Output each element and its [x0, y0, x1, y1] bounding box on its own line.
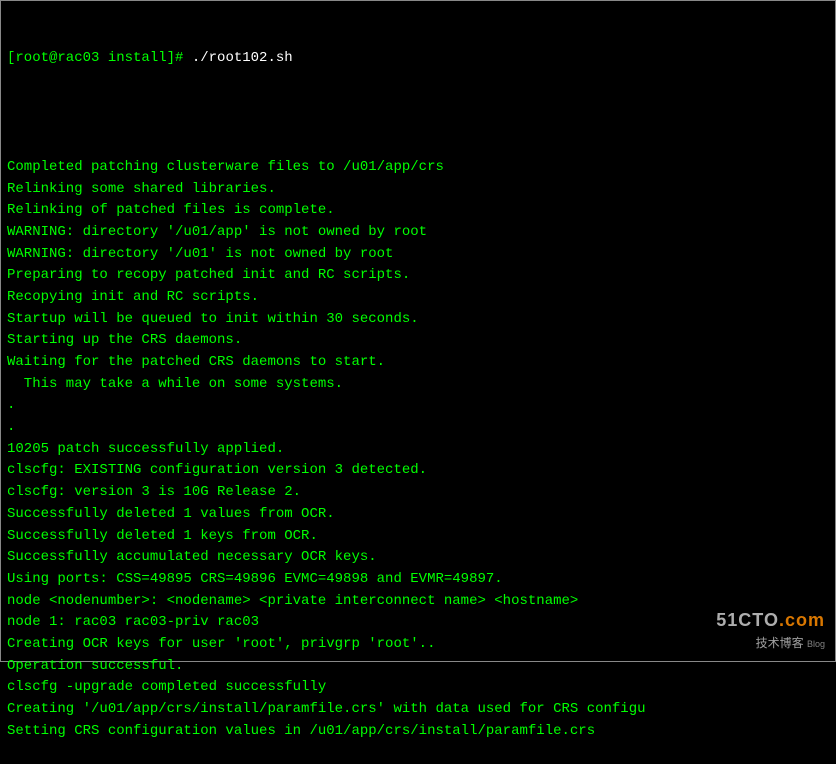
output-line: Recopying init and RC scripts. [7, 287, 829, 309]
output-line: Relinking of patched files is complete. [7, 200, 829, 222]
output-line: Completed patching clusterware files to … [7, 157, 829, 179]
output-line: 10205 patch successfully applied. [7, 439, 829, 461]
command-prompt-line: [root@rac03 install]# ./root102.sh [7, 48, 829, 70]
shell-command: ./root102.sh [192, 48, 293, 70]
shell-prompt: [root@rac03 install]# [7, 48, 192, 70]
output-line: This may take a while on some systems. [7, 374, 829, 396]
output-line: Operation successful. [7, 656, 829, 678]
output-line: Starting up the CRS daemons. [7, 330, 829, 352]
output-line: clscfg: version 3 is 10G Release 2. [7, 482, 829, 504]
output-line: WARNING: directory '/u01' is not owned b… [7, 244, 829, 266]
watermark-brand-b: .com [779, 610, 825, 630]
output-line: clscfg -upgrade completed successfully [7, 677, 829, 699]
output-line: . [7, 417, 829, 439]
output-line: Creating OCR keys for user 'root', privg… [7, 634, 829, 656]
output-line: node 1: rac03 rac03-priv rac03 [7, 612, 829, 634]
output-line [7, 135, 829, 157]
output-line: Successfully deleted 1 keys from OCR. [7, 526, 829, 548]
output-line: Startup will be queued to init within 30… [7, 309, 829, 331]
output-line: Successfully deleted 1 values from OCR. [7, 504, 829, 526]
output-line: Using ports: CSS=49895 CRS=49896 EVMC=49… [7, 569, 829, 591]
output-line: Preparing to recopy patched init and RC … [7, 265, 829, 287]
output-line: node <nodenumber>: <nodename> <private i… [7, 591, 829, 613]
output-line: clscfg: EXISTING configuration version 3… [7, 460, 829, 482]
watermark-tagline: 技术博客 Blog [716, 634, 825, 653]
output-line: Waiting for the patched CRS daemons to s… [7, 352, 829, 374]
watermark-brand-a: 51CTO [716, 610, 779, 630]
watermark-brand: 51CTO.com [716, 607, 825, 635]
watermark: 51CTO.com 技术博客 Blog [716, 607, 825, 653]
output-line: Setting CRS configuration values in /u01… [7, 721, 829, 743]
output-line: Relinking some shared libraries. [7, 179, 829, 201]
output-line: WARNING: directory '/u01/app' is not own… [7, 222, 829, 244]
output-lines: Completed patching clusterware files to … [7, 113, 829, 742]
output-line: Successfully accumulated necessary OCR k… [7, 547, 829, 569]
output-line: . [7, 395, 829, 417]
terminal-output[interactable]: [root@rac03 install]# ./root102.sh Compl… [7, 5, 829, 764]
output-line: Creating '/u01/app/crs/install/paramfile… [7, 699, 829, 721]
output-line [7, 113, 829, 135]
